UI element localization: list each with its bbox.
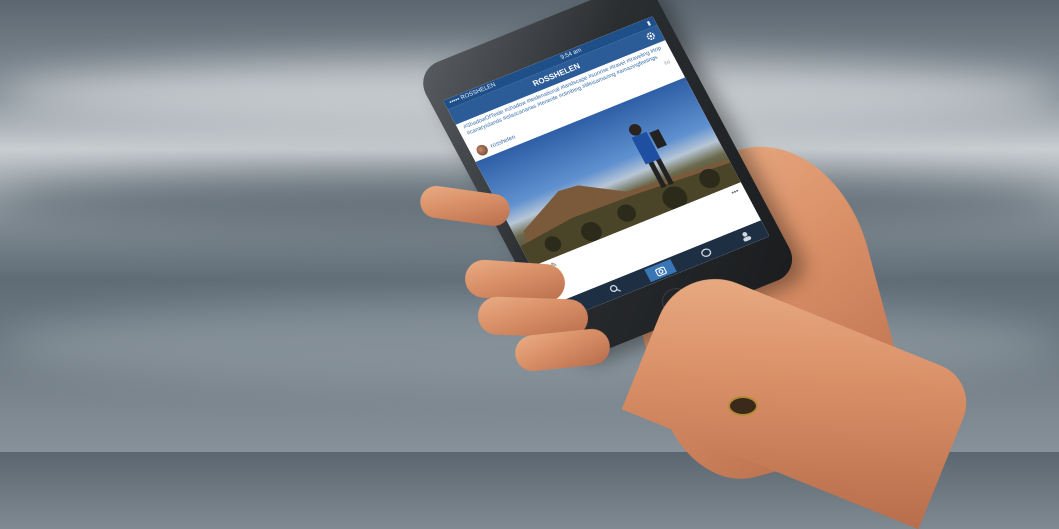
avatar[interactable] [474,143,490,158]
battery-icon: ▮ [645,20,652,27]
gear-icon[interactable] [644,30,658,43]
search-icon[interactable] [606,282,624,296]
profile-icon[interactable] [737,229,755,243]
more-options[interactable]: ••• [730,187,740,196]
ring-jewelry [728,396,758,416]
activity-icon[interactable] [697,245,715,259]
camera-icon[interactable] [644,259,677,283]
